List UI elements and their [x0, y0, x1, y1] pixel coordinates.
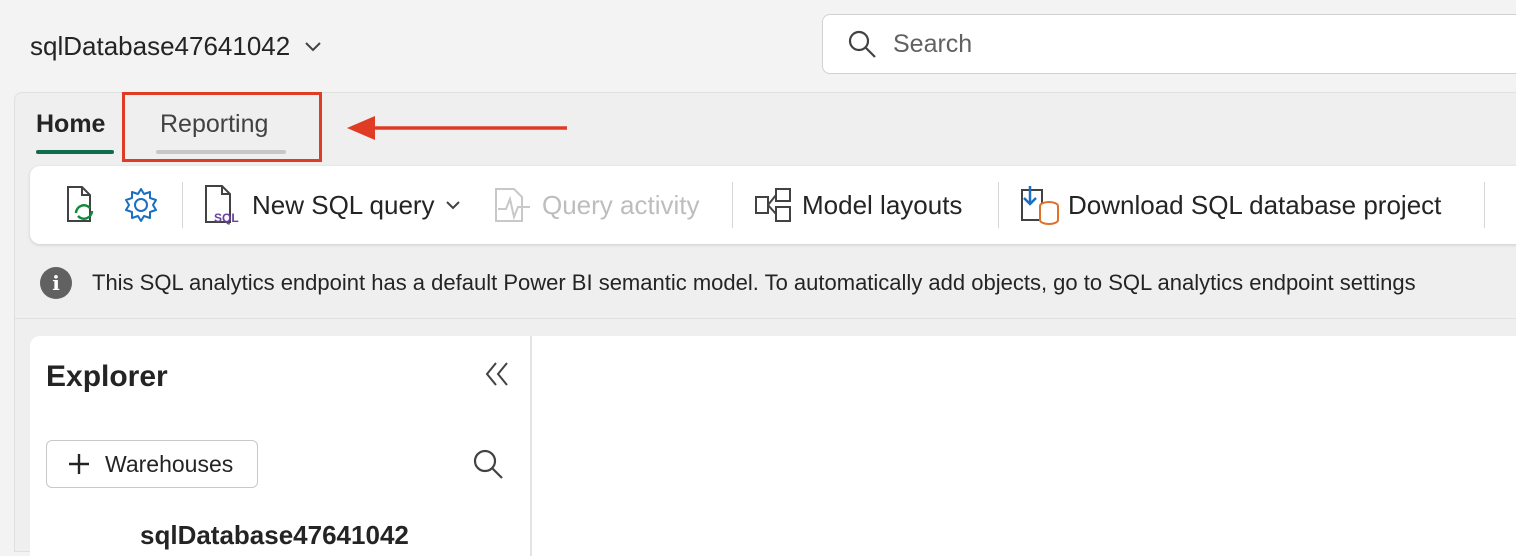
model-layout-icon	[754, 187, 792, 223]
refresh-icon	[62, 185, 98, 225]
tree-item-database[interactable]: sqlDatabase47641042	[140, 520, 409, 551]
search-input[interactable]	[891, 28, 1455, 60]
chevron-down-icon	[445, 200, 461, 210]
gear-icon	[122, 186, 160, 224]
toolbar-divider	[1484, 182, 1485, 228]
double-chevron-left-icon	[484, 360, 510, 388]
search-icon	[472, 448, 504, 480]
collapse-explorer-button[interactable]	[484, 360, 510, 388]
download-project-label: Download SQL database project	[1068, 189, 1442, 220]
model-layouts-label: Model layouts	[802, 189, 963, 220]
tab-home[interactable]: Home	[36, 110, 114, 154]
add-warehouses-button[interactable]: Warehouses	[46, 440, 258, 488]
new-sql-query-button[interactable]: SQL New SQL query	[202, 166, 461, 244]
activity-icon	[492, 185, 534, 225]
annotation-arrow	[345, 112, 570, 144]
download-database-icon	[1018, 184, 1062, 226]
model-layouts-button[interactable]: Model layouts	[754, 166, 962, 244]
database-name: sqlDatabase47641042	[30, 30, 291, 61]
query-editor-area[interactable]	[532, 336, 1516, 556]
database-selector[interactable]: sqlDatabase47641042	[30, 28, 322, 64]
search-icon	[847, 29, 877, 59]
info-icon: i	[40, 267, 72, 299]
sql-file-icon: SQL	[202, 184, 242, 226]
toolbar-divider	[182, 182, 183, 228]
highlight-box	[122, 92, 322, 162]
toolbar-divider	[998, 182, 999, 228]
section-divider	[14, 318, 1516, 319]
tab-home-label: Home	[36, 110, 106, 138]
active-tab-indicator	[36, 150, 114, 154]
settings-button[interactable]	[122, 166, 160, 244]
add-warehouses-label: Warehouses	[105, 450, 234, 477]
info-message: This SQL analytics endpoint has a defaul…	[92, 270, 1416, 295]
explorer-search-button[interactable]	[472, 448, 504, 480]
query-activity-button[interactable]: Query activity	[492, 166, 700, 244]
refresh-button[interactable]	[62, 166, 98, 244]
plus-icon	[67, 452, 91, 476]
query-activity-label: Query activity	[542, 189, 700, 220]
info-bar: i This SQL analytics endpoint has a defa…	[40, 262, 1416, 304]
chevron-down-icon	[304, 40, 322, 52]
search-box[interactable]	[822, 14, 1516, 74]
svg-text:SQL: SQL	[214, 211, 239, 225]
toolbar-divider	[732, 182, 733, 228]
ribbon-toolbar: SQL New SQL query Query activity Model l…	[30, 166, 1516, 244]
new-sql-query-label: New SQL query	[252, 189, 435, 220]
explorer-title: Explorer	[46, 360, 168, 393]
download-project-button[interactable]: Download SQL database project	[1018, 166, 1441, 244]
